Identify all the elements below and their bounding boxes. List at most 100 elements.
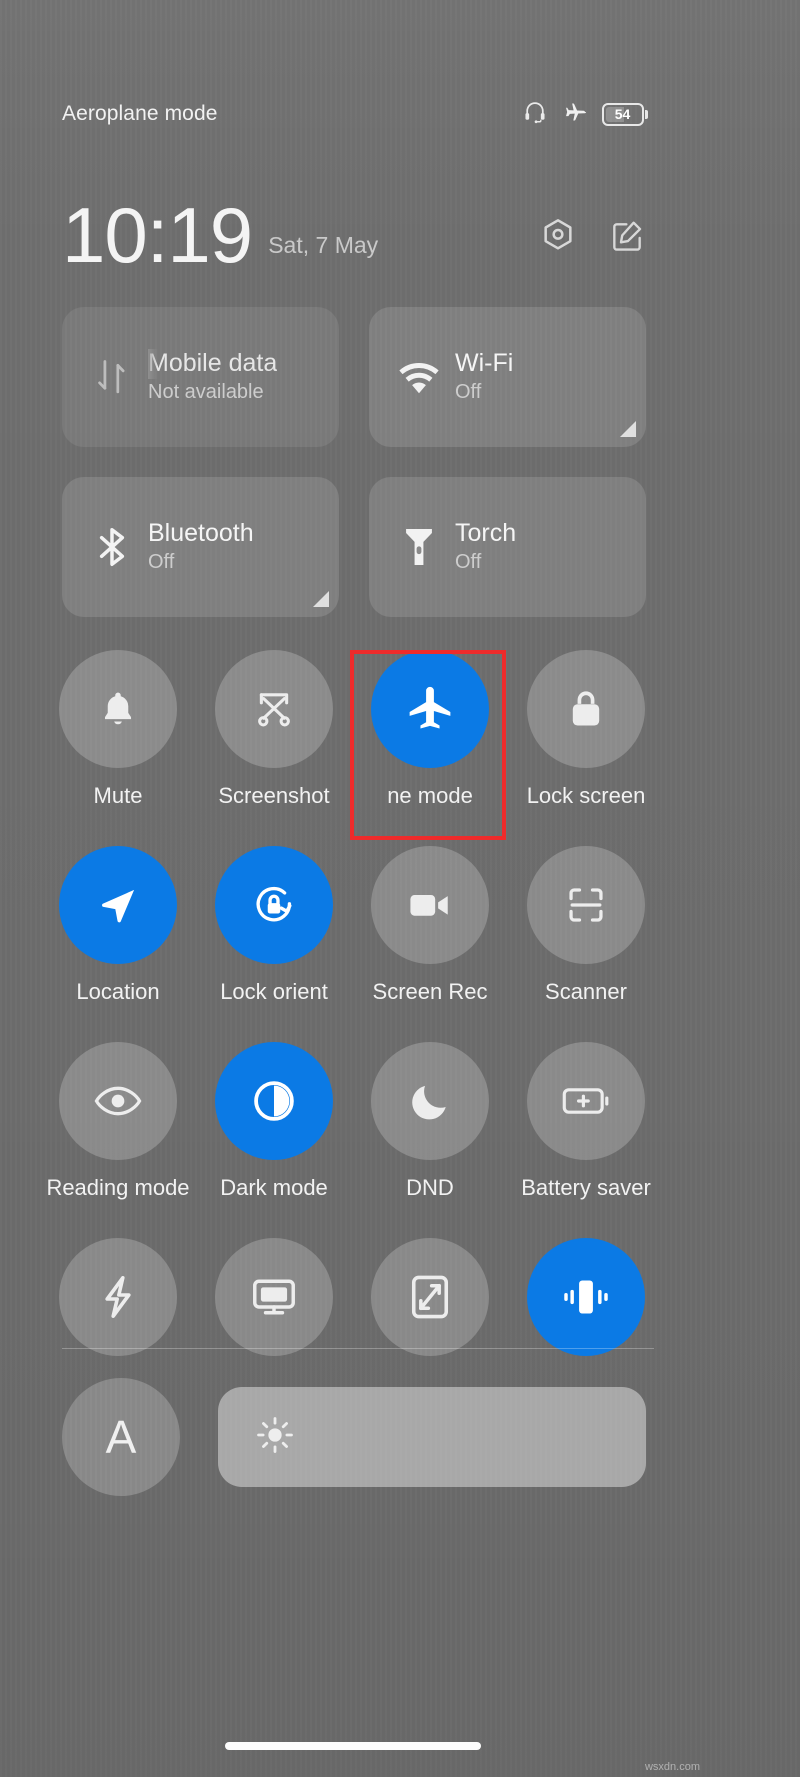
toggle-vibrate[interactable]	[508, 1238, 664, 1388]
clock-time: 10:19	[62, 190, 253, 279]
lock-icon	[572, 691, 600, 726]
toggle-row-1: Mute Screenshot ne mode Lock screen	[40, 650, 706, 846]
toggle-label: Lock orient	[220, 980, 328, 1004]
watermark-text: wsxdn.com	[644, 1761, 700, 1773]
settings-icon[interactable]	[538, 216, 578, 256]
mobile-data-icon	[84, 356, 140, 398]
toggle-circle[interactable]	[371, 1042, 489, 1160]
brightness-row: A	[62, 1378, 646, 1496]
battery-plus-icon	[562, 1088, 609, 1114]
vibrate-icon	[564, 1280, 608, 1314]
screenshot-icon	[258, 693, 290, 727]
toggle-label: Screenshot	[218, 784, 330, 808]
toggle-label: Screen Rec	[372, 980, 488, 1004]
toggle-lock-screen[interactable]: Lock screen	[508, 650, 664, 846]
toggle-circle[interactable]	[371, 650, 489, 768]
toggle-circle[interactable]	[527, 1042, 645, 1160]
quick-settings-screen: Aeroplane mode 54 10:19 Sat, 7 May Mobil…	[0, 0, 800, 1777]
toggle-circle[interactable]	[59, 846, 177, 964]
toggle-circle[interactable]	[59, 1042, 177, 1160]
location-arrow-icon	[102, 889, 135, 923]
status-bar-icons: 54	[522, 98, 648, 131]
toggle-label: Lock screen	[526, 784, 646, 808]
contrast-icon	[254, 1081, 294, 1121]
toggle-mute[interactable]: Mute	[40, 650, 196, 846]
toggle-circle[interactable]	[527, 1238, 645, 1356]
toggle-resize[interactable]	[352, 1238, 508, 1388]
toggle-flash-shortcut[interactable]	[40, 1238, 196, 1388]
quick-toggle-grid: Mute Screenshot ne mode Lock screen Loca…	[40, 650, 706, 1388]
toggle-circle[interactable]	[527, 846, 645, 964]
brightness-slider[interactable]	[218, 1387, 646, 1487]
tile-title: Mobile data	[148, 348, 278, 377]
toggle-circle[interactable]	[215, 650, 333, 768]
toggle-dnd[interactable]: DND	[352, 1042, 508, 1238]
bell-icon	[104, 692, 132, 725]
toggle-row-3: Reading mode Dark mode DND Battery saver	[40, 1042, 706, 1238]
tile-torch[interactable]: Torch Off	[369, 477, 646, 617]
header-actions	[538, 216, 646, 256]
expand-corner-icon[interactable]	[313, 591, 329, 607]
tile-subtitle: Off	[455, 551, 482, 574]
toggle-dark-mode[interactable]: Dark mode	[196, 1042, 352, 1238]
toggle-battery-saver[interactable]: Battery saver	[508, 1042, 664, 1238]
toggle-reading-mode[interactable]: Reading mode	[40, 1042, 196, 1238]
toggle-circle[interactable]	[527, 650, 645, 768]
tile-mobile-data[interactable]: Mobile data Not available	[62, 307, 339, 447]
tile-subtitle: Not available	[148, 381, 264, 404]
moon-icon	[412, 1085, 446, 1120]
headset-icon	[522, 99, 548, 130]
toggle-label: Location	[76, 980, 160, 1004]
status-bar: Aeroplane mode 54	[0, 92, 706, 136]
tile-wifi[interactable]: Wi-Fi Off	[369, 307, 646, 447]
toggle-label: Scanner	[545, 980, 627, 1004]
video-camera-icon	[410, 895, 448, 916]
toggle-label: ne mode	[387, 784, 473, 808]
battery-indicator: 54	[601, 102, 648, 126]
toggle-location[interactable]: Location	[40, 846, 196, 1042]
expand-corner-icon[interactable]	[620, 421, 636, 437]
toggle-label: Dark mode	[220, 1176, 328, 1200]
toggle-row-2: Location Lock orient Screen Rec Scanner	[40, 846, 706, 1042]
toggle-circle[interactable]	[215, 1238, 333, 1356]
toggle-scanner[interactable]: Scanner	[508, 846, 664, 1042]
clock-date: Sat, 7 May	[268, 232, 379, 258]
home-gesture-pill[interactable]	[225, 1742, 481, 1750]
toggle-screen-recorder[interactable]: Screen Rec	[352, 846, 508, 1042]
notification-shade-panel: Aeroplane mode 54 10:19 Sat, 7 May Mobil…	[0, 0, 706, 1777]
resize-icon	[411, 1275, 449, 1319]
toggle-label: Reading mode	[46, 1176, 190, 1200]
tile-subtitle: Off	[148, 551, 175, 574]
brightness-sun-icon	[254, 1414, 296, 1461]
panel-divider	[62, 1348, 654, 1349]
rotation-lock-icon	[256, 886, 292, 922]
scanner-icon	[569, 888, 603, 922]
tile-title: Bluetooth	[148, 518, 254, 547]
toggle-label: Mute	[93, 784, 143, 808]
cast-screen-icon	[253, 1279, 295, 1315]
auto-brightness-button[interactable]: A	[62, 1378, 180, 1496]
toggle-row-4	[40, 1238, 706, 1388]
toggle-cast[interactable]	[196, 1238, 352, 1388]
toggle-circle[interactable]	[215, 846, 333, 964]
tile-subtitle: Off	[455, 381, 482, 404]
toggle-circle[interactable]	[215, 1042, 333, 1160]
edit-icon[interactable]	[608, 217, 646, 255]
toggle-label: Battery saver	[521, 1176, 651, 1200]
tile-bluetooth[interactable]: Bluetooth Off	[62, 477, 339, 617]
torch-icon	[391, 524, 447, 570]
toggle-circle[interactable]	[371, 846, 489, 964]
toggle-screenshot[interactable]: Screenshot	[196, 650, 352, 846]
battery-level-text: 54	[614, 106, 631, 122]
toggle-circle[interactable]	[59, 1238, 177, 1356]
toggle-circle[interactable]	[371, 1238, 489, 1356]
wifi-icon	[391, 359, 447, 395]
airplane-icon	[561, 98, 589, 131]
toggle-aeroplane-mode[interactable]: ne mode	[352, 650, 508, 846]
clock-header: 10:19 Sat, 7 May	[62, 180, 646, 279]
toggle-lock-orientation[interactable]: Lock orient	[196, 846, 352, 1042]
auto-brightness-label: A	[105, 1411, 137, 1463]
toggle-label: DND	[406, 1176, 454, 1200]
connectivity-tiles: Mobile data Not available Wi-Fi Off Blue…	[62, 307, 646, 617]
toggle-circle[interactable]	[59, 650, 177, 768]
